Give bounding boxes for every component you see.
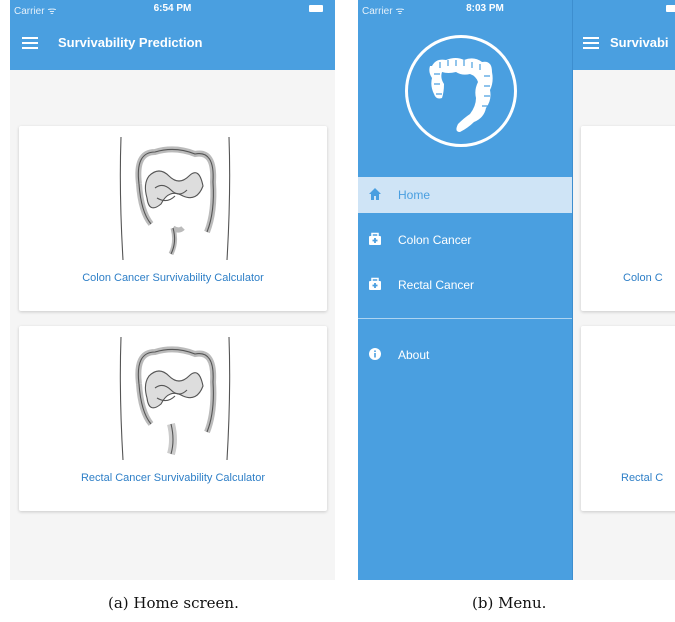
rectal-calculator-label: Rectal Cancer Survivability Calculator bbox=[80, 472, 265, 484]
page-title: Survivability Prediction bbox=[58, 35, 203, 50]
home-icon bbox=[369, 188, 381, 200]
figure-caption-b: (b) Menu. bbox=[472, 594, 547, 612]
colon-calculator-label: Colon C bbox=[623, 272, 663, 284]
status-bar: Carrier ᯤ 8:03 PM bbox=[358, 0, 572, 18]
colon-calculator-card[interactable]: Colon Cancer Survivability Calculator bbox=[19, 126, 327, 311]
status-bar bbox=[573, 0, 675, 18]
rectal-calculator-card[interactable]: Rectal C bbox=[581, 326, 675, 511]
medkit-icon bbox=[369, 232, 381, 245]
menu-screen: Carrier ᯤ 8:03 PM Home Colon Cancer Rect… bbox=[358, 0, 675, 580]
status-time: 6:54 PM bbox=[153, 3, 192, 14]
colon-logo-icon bbox=[405, 35, 517, 147]
figure-caption-a: (a) Home screen. bbox=[108, 594, 239, 612]
menu-item-rectal-cancer[interactable]: Rectal Cancer bbox=[358, 267, 572, 303]
battery-icon bbox=[309, 5, 323, 12]
menu-item-label: Colon Cancer bbox=[398, 233, 472, 247]
page-title: Survivabi bbox=[610, 35, 669, 50]
hamburger-icon[interactable] bbox=[22, 37, 38, 49]
colon-calculator-label: Colon Cancer Survivability Calculator bbox=[82, 272, 264, 284]
rectal-calculator-label: Rectal C bbox=[621, 472, 664, 484]
info-icon bbox=[369, 348, 381, 360]
status-bar: Carrier ᯤ 6:54 PM bbox=[10, 0, 335, 18]
medkit-icon bbox=[369, 277, 381, 290]
menu-item-label: Rectal Cancer bbox=[398, 278, 475, 292]
menu-divider bbox=[358, 318, 572, 319]
status-time: 8:03 PM bbox=[466, 3, 504, 14]
rectum-anatomy-illustration bbox=[119, 336, 231, 461]
battery-icon bbox=[666, 5, 675, 12]
menu-item-colon-cancer[interactable]: Colon Cancer bbox=[358, 222, 572, 258]
nav-bar: Survivability Prediction bbox=[10, 18, 335, 70]
menu-item-about[interactable]: About bbox=[358, 337, 572, 373]
menu-item-label: About bbox=[398, 348, 430, 362]
side-drawer: Carrier ᯤ 8:03 PM Home Colon Cancer Rect… bbox=[358, 0, 572, 580]
main-view-behind-drawer[interactable]: Survivabi Colon C Rectal C bbox=[572, 0, 675, 580]
hamburger-icon[interactable] bbox=[583, 37, 599, 49]
colon-anatomy-illustration bbox=[119, 136, 231, 261]
colon-calculator-card[interactable]: Colon C bbox=[581, 126, 675, 311]
nav-bar: Survivabi bbox=[573, 18, 675, 70]
home-screen: Carrier ᯤ 6:54 PM Survivability Predicti… bbox=[10, 0, 335, 580]
rectal-calculator-card[interactable]: Rectal Cancer Survivability Calculator bbox=[19, 326, 327, 511]
menu-item-home[interactable]: Home bbox=[358, 177, 572, 213]
menu-item-label: Home bbox=[398, 188, 431, 202]
